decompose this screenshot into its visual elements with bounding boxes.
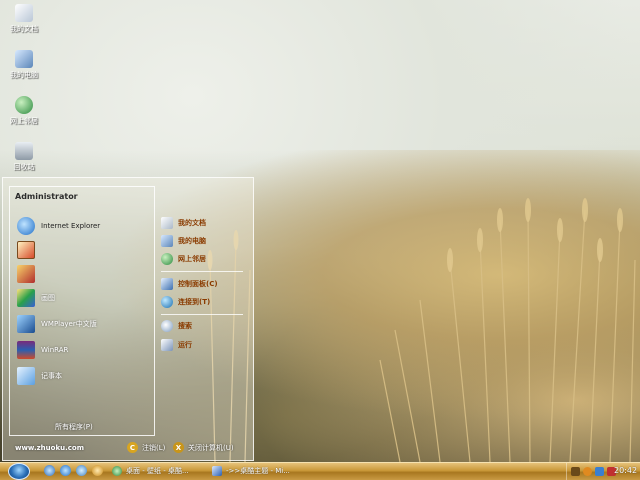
- logoff-icon: C: [127, 442, 138, 453]
- search-icon: [161, 320, 173, 332]
- pinned-app-2[interactable]: [17, 264, 41, 284]
- connect-to-icon: [161, 296, 173, 308]
- right-item-my-computer[interactable]: 我的电脑: [161, 234, 206, 248]
- task-label: 桌面 - 壁纸 - 桌酷...: [126, 467, 189, 475]
- word-task-icon: [212, 466, 222, 476]
- control-panel-icon: [161, 278, 173, 290]
- desktop-icon-my-documents[interactable]: 我的文档: [2, 4, 46, 34]
- internet-explorer-icon: [17, 217, 35, 235]
- desktop-icon-label: 我的文档: [10, 25, 38, 33]
- right-item-network-places[interactable]: 网上邻居: [161, 252, 206, 266]
- network-places-icon: [161, 253, 173, 265]
- app-icon-1: [17, 241, 35, 259]
- right-item-run[interactable]: 运行: [161, 338, 192, 352]
- logoff-button[interactable]: C 注销(L): [127, 442, 165, 453]
- tray-arrow-icon[interactable]: [571, 467, 580, 476]
- recycle-bin-icon: [15, 142, 33, 160]
- taskbar-clock: 20:42: [614, 466, 638, 475]
- pinned-notepad[interactable]: 记事本: [17, 366, 62, 386]
- start-button[interactable]: [8, 463, 30, 480]
- right-item-my-documents[interactable]: 我的文档: [161, 216, 206, 230]
- right-item-connect-to[interactable]: 连接到(T): [161, 295, 210, 309]
- app-icon-2: [17, 265, 35, 283]
- start-menu: Administrator Internet Explorer 画图 WMPla…: [2, 177, 254, 461]
- shutdown-label: 关闭计算机(U): [188, 443, 234, 452]
- pinned-label: 画图: [41, 294, 55, 302]
- pinned-paint[interactable]: 画图: [17, 288, 55, 308]
- quicklaunch-media-icon[interactable]: [76, 465, 87, 476]
- desktop-icon-my-computer[interactable]: 我的电脑: [2, 50, 46, 80]
- pinned-label: 记事本: [41, 372, 62, 380]
- desktop-icon-label: 回收站: [13, 163, 35, 171]
- shutdown-button[interactable]: X 关闭计算机(U): [173, 442, 234, 453]
- desktop-icon-label: 网上邻居: [10, 117, 38, 125]
- network-places-icon: [15, 96, 33, 114]
- pinned-internet-explorer[interactable]: Internet Explorer: [17, 216, 100, 236]
- right-item-label: 搜索: [178, 322, 192, 330]
- run-icon: [161, 339, 173, 351]
- right-item-label: 运行: [178, 341, 192, 349]
- logoff-label: 注销(L): [142, 443, 166, 452]
- my-documents-icon: [15, 4, 33, 22]
- pinned-media-player[interactable]: WMPlayer中文版: [17, 314, 97, 334]
- right-item-label: 连接到(T): [178, 298, 211, 306]
- all-programs-button[interactable]: 所有程序(P): [55, 422, 93, 432]
- right-item-control-panel[interactable]: 控制面板(C): [161, 277, 218, 291]
- menu-separator: [161, 271, 243, 272]
- media-player-icon: [17, 315, 35, 333]
- right-item-label: 网上邻居: [178, 255, 206, 263]
- pinned-label: WinRAR: [41, 346, 69, 354]
- desktop-icon-recycle-bin[interactable]: 回收站: [2, 142, 46, 172]
- quicklaunch-desktop-icon[interactable]: [44, 465, 55, 476]
- my-computer-icon: [15, 50, 33, 68]
- right-item-label: 我的电脑: [178, 237, 206, 245]
- right-item-label: 我的文档: [178, 219, 206, 227]
- menu-separator: [161, 314, 243, 315]
- shutdown-icon: X: [173, 442, 184, 453]
- winrar-icon: [17, 341, 35, 359]
- tray-network-icon[interactable]: [595, 467, 604, 476]
- task-label: ->>桌酷主题 - Mi...: [226, 467, 290, 475]
- pinned-label: WMPlayer中文版: [41, 320, 97, 328]
- pinned-app-1[interactable]: [17, 240, 41, 260]
- ie-task-icon: [112, 466, 122, 476]
- notepad-icon: [17, 367, 35, 385]
- taskbar-task-document[interactable]: ->>桌酷主题 - Mi...: [208, 463, 312, 479]
- tray-user-icon[interactable]: [583, 467, 592, 476]
- taskbar-task-browser[interactable]: 桌面 - 壁纸 - 桌酷...: [108, 463, 208, 479]
- paint-icon: [17, 289, 35, 307]
- desktop-icon-label: 我的电脑: [10, 71, 38, 79]
- my-computer-icon: [161, 235, 173, 247]
- footer-url: www.zhuoku.com: [15, 444, 85, 452]
- pinned-label: Internet Explorer: [41, 222, 101, 230]
- pinned-winrar[interactable]: WinRAR: [17, 340, 68, 360]
- user-name: Administrator: [15, 192, 78, 201]
- my-documents-icon: [161, 217, 173, 229]
- quicklaunch-ie-icon[interactable]: [60, 465, 71, 476]
- right-item-label: 控制面板(C): [178, 280, 218, 288]
- right-item-search[interactable]: 搜索: [161, 319, 192, 333]
- desktop-icon-network-places[interactable]: 网上邻居: [2, 96, 46, 126]
- quicklaunch-folder-icon[interactable]: [92, 465, 103, 476]
